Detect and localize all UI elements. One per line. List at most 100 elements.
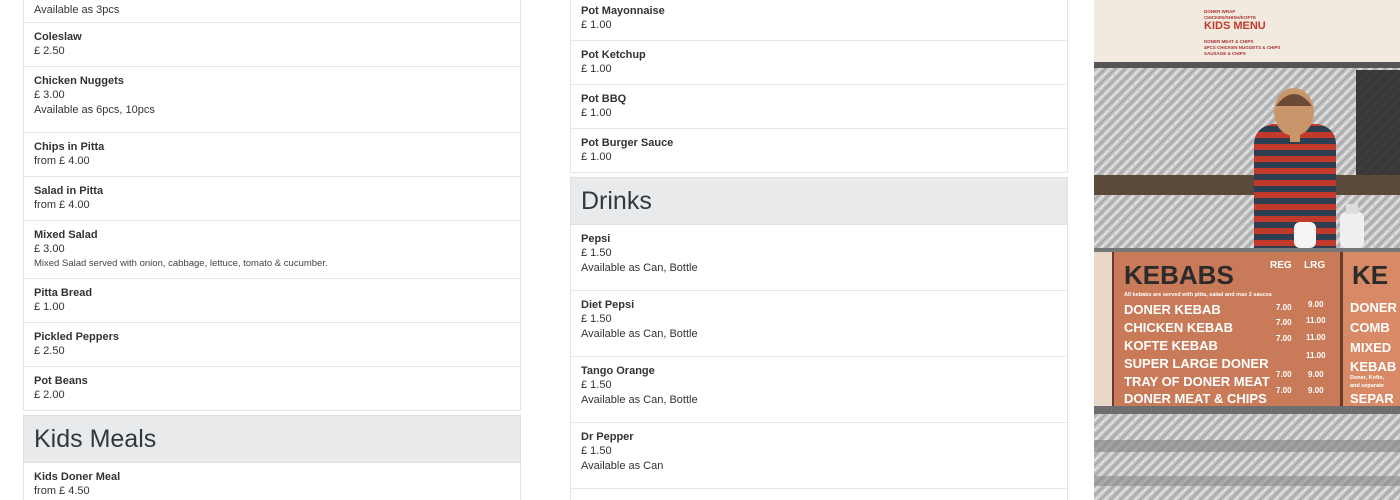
regular-price: 7.00 [1276, 318, 1292, 327]
item-availability: Available as 3pcs [34, 4, 120, 16]
item-description: Mixed Salad served with onion, cabbage, … [34, 258, 328, 269]
counter-rail [1094, 440, 1400, 452]
large-price: 11.00 [1306, 316, 1326, 325]
kebab-menu-item: KOFTE KEBAB [1124, 338, 1218, 353]
shop-counter-image: KIDS MENU DONER WRAP CHICKEN/SHISH/KOFTE… [1094, 0, 1400, 248]
menu-item[interactable]: Pickled Peppers £ 2.50 [23, 323, 521, 367]
item-name: Salad in Pitta [34, 185, 104, 197]
shop-photos-strip: KIDS MENU DONER WRAP CHICKEN/SHISH/KOFTE… [1094, 0, 1400, 500]
kids-menu-line: 4PCS CHICKEN NUGGETS & CHIPS [1204, 45, 1281, 50]
menu-item[interactable]: Tango Orange £ 1.50 Available as Can, Bo… [570, 357, 1068, 423]
counter-rail [1094, 476, 1400, 486]
kebab-menu-item: DONER MEAT & CHIPS [1124, 391, 1267, 406]
menu-board-left-edge [1094, 252, 1112, 406]
item-price: £ 1.50 [581, 313, 612, 325]
item-price: £ 2.50 [34, 45, 65, 57]
adjacent-board-item: SEPAR [1350, 391, 1394, 406]
item-price: £ 3.00 [34, 243, 65, 255]
kebab-menu-item: SUPER LARGE DONER [1124, 356, 1269, 371]
item-name: Diet Pepsi [581, 299, 635, 311]
item-name: Pot Beans [34, 375, 88, 387]
kebabs-heading: KEBABS [1124, 260, 1234, 290]
item-availability: Available as Can, Bottle [581, 394, 698, 406]
menu-item[interactable] [570, 489, 1068, 500]
item-name: Mixed Salad [34, 229, 98, 241]
menu-item[interactable]: Pot Mayonnaise £ 1.00 [570, 0, 1068, 41]
menu-board-divider [1112, 252, 1114, 406]
menu-item[interactable]: Chips in Pitta from £ 4.00 [23, 133, 521, 177]
shop-counter-photo: KIDS MENU DONER WRAP CHICKEN/SHISH/KOFTE… [1094, 0, 1400, 248]
regular-price: 7.00 [1276, 303, 1292, 312]
large-price: 9.00 [1308, 370, 1324, 379]
menu-item[interactable]: Coleslaw £ 2.50 [23, 23, 521, 67]
adjacent-board-item: DONER [1350, 300, 1398, 315]
item-price: £ 1.00 [581, 107, 612, 119]
item-price: £ 1.50 [581, 247, 612, 259]
oven-door [1356, 70, 1400, 190]
menu-item[interactable]: Chicken Nuggets £ 3.00 Available as 6pcs… [23, 67, 521, 133]
section-header-drinks: Drinks [570, 177, 1068, 225]
item-name: Pepsi [581, 233, 611, 245]
kebab-menu-item: TRAY OF DONER MEAT [1124, 374, 1270, 389]
item-price: £ 1.00 [34, 301, 65, 313]
adjacent-board-item: MIXED [1350, 340, 1391, 355]
item-availability: Available as Can [581, 460, 664, 472]
menu-item[interactable]: Pepsi £ 1.50 Available as Can, Bottle [570, 225, 1068, 291]
menu-item[interactable]: Pot BBQ £ 1.00 [570, 85, 1068, 129]
regular-column-label: REG [1270, 260, 1292, 271]
adjacent-board-item: KEBAB [1350, 359, 1396, 374]
steel-counter-image [1094, 406, 1400, 500]
menu-item[interactable]: Available as 3pcs [23, 0, 521, 23]
item-name: Coleslaw [34, 31, 82, 43]
item-price: from £ 4.00 [34, 155, 90, 167]
large-price: 9.00 [1308, 386, 1324, 395]
section-header-kids-meals: Kids Meals [23, 415, 521, 463]
adjacent-board-note: and separate [1350, 383, 1384, 389]
item-price: £ 1.50 [581, 445, 612, 457]
regular-price: 7.00 [1276, 334, 1292, 343]
large-column-label: LRG [1304, 260, 1325, 271]
item-name: Pitta Bread [34, 287, 93, 299]
item-name: Pot Burger Sauce [581, 137, 674, 149]
kids-menu-line: SAUSAGE & CHIPS [1204, 51, 1246, 56]
kids-menu-line: CHICKEN/SHISH/KOFTE [1204, 15, 1256, 20]
item-name: Pot Ketchup [581, 49, 646, 61]
counter-edge [1094, 406, 1400, 414]
large-price: 9.00 [1308, 300, 1324, 309]
item-availability: Available as 6pcs, 10pcs [34, 104, 155, 116]
bottle-cap [1346, 204, 1358, 214]
staff-neck [1290, 132, 1300, 142]
adjacent-board-item: COMB [1350, 320, 1390, 335]
regular-price: 7.00 [1276, 386, 1292, 395]
item-price: £ 2.00 [34, 389, 65, 401]
item-price: £ 3.00 [34, 89, 65, 101]
menu-item[interactable]: Kids Doner Meal from £ 4.50 [23, 463, 521, 500]
menu-item[interactable]: Dr Pepper £ 1.50 Available as Can [570, 423, 1068, 489]
large-price: 11.00 [1306, 333, 1326, 342]
kebab-menu-item: DONER KEBAB [1124, 302, 1221, 317]
kebab-menu-item: CHICKEN KEBAB [1124, 320, 1233, 335]
menu-board-divider [1340, 252, 1343, 406]
item-name: Tango Orange [581, 365, 655, 377]
item-availability: Available as Can, Bottle [581, 328, 698, 340]
menu-item[interactable]: Pot Ketchup £ 1.00 [570, 41, 1068, 85]
menu-item[interactable]: Pot Burger Sauce £ 1.00 [570, 129, 1068, 173]
section-title: Kids Meals [34, 424, 157, 453]
item-price: £ 1.50 [581, 379, 612, 391]
grill-counter [1094, 175, 1400, 195]
item-name: Pot BBQ [581, 93, 627, 105]
item-price: from £ 4.50 [34, 485, 90, 497]
item-price: £ 1.00 [581, 151, 612, 163]
menu-item[interactable]: Salad in Pitta from £ 4.00 [23, 177, 521, 221]
menu-item[interactable]: Mixed Salad £ 3.00 Mixed Salad served wi… [23, 221, 521, 279]
board-frame [1094, 62, 1400, 68]
menu-item[interactable]: Pitta Bread £ 1.00 [23, 279, 521, 323]
regular-price: 7.00 [1276, 370, 1292, 379]
sauce-bottle [1340, 212, 1364, 248]
kebab-menu-photo: KEBABS REG LRG All kebabs are served wit… [1094, 252, 1400, 406]
menu-item[interactable]: Pot Beans £ 2.00 [23, 367, 521, 411]
item-name: Chicken Nuggets [34, 75, 124, 87]
menu-item[interactable]: Diet Pepsi £ 1.50 Available as Can, Bott… [570, 291, 1068, 357]
item-price: from £ 4.00 [34, 199, 90, 211]
item-name: Dr Pepper [581, 431, 634, 443]
